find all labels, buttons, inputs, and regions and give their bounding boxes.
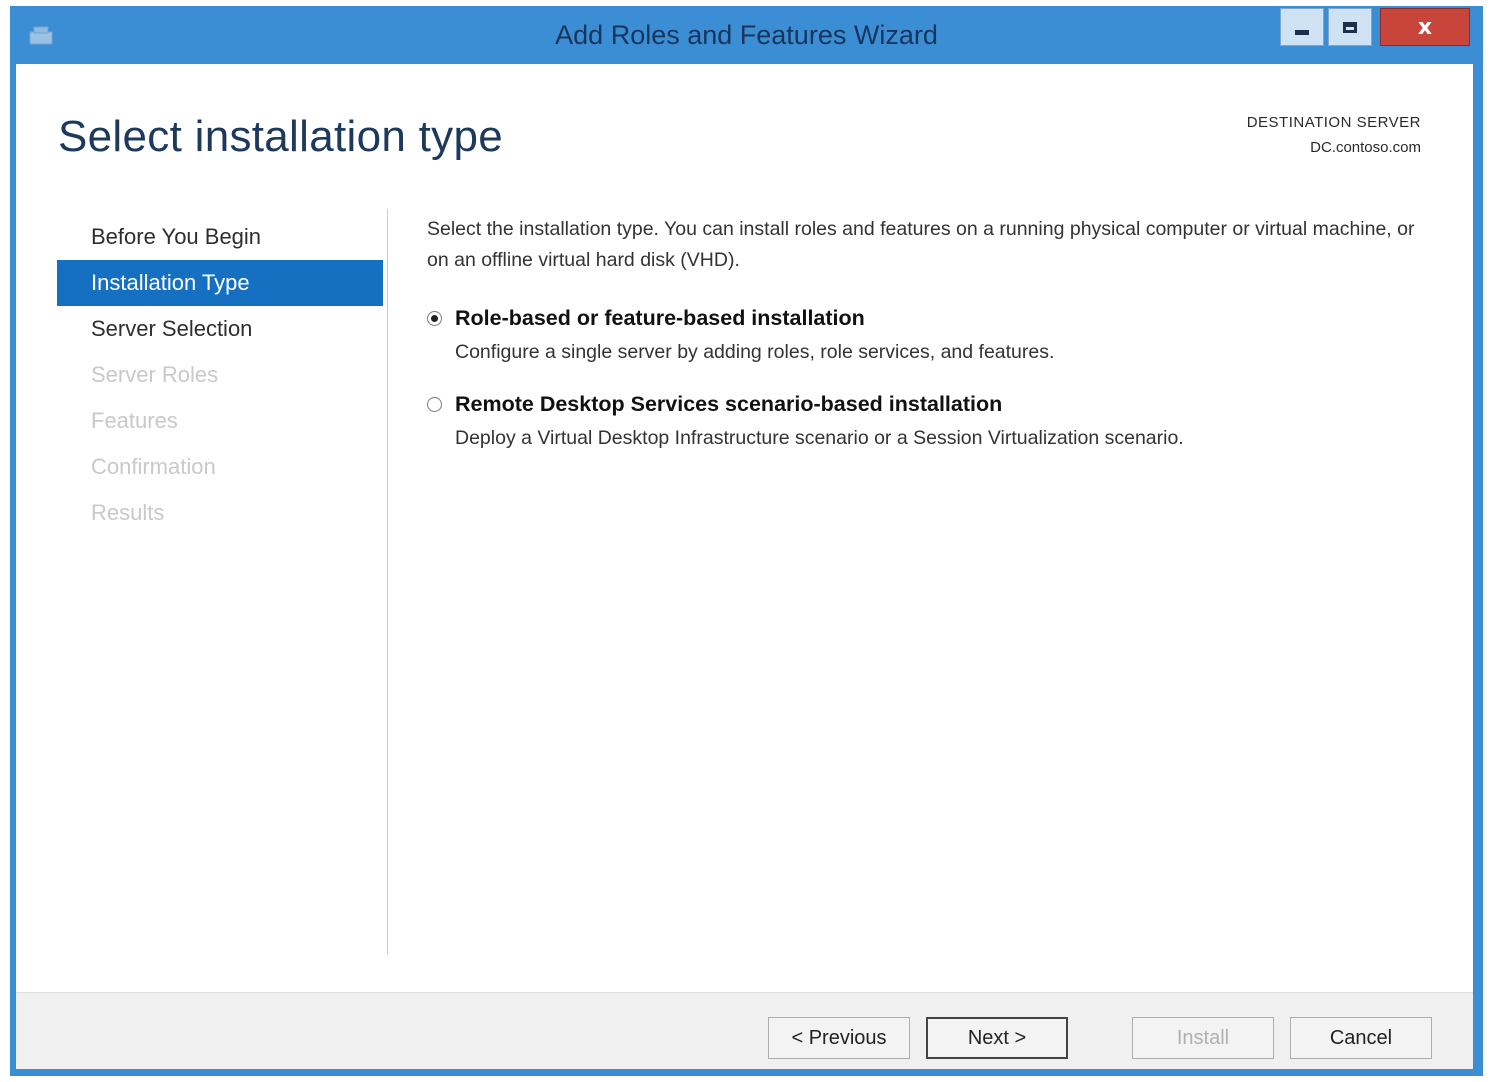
intro-text: Select the installation type. You can in…	[427, 218, 1415, 271]
next-button[interactable]: Next >	[926, 1017, 1068, 1059]
install-button: Install	[1132, 1017, 1274, 1059]
window-title: Add Roles and Features Wizard	[555, 20, 938, 50]
button-bar: < Previous Next > Install Cancel	[16, 992, 1473, 1069]
option-description: Configure a single server by adding role…	[455, 341, 1055, 363]
nav-item-confirmation: Confirmation	[91, 454, 216, 479]
nav-item-server-roles: Server Roles	[91, 362, 219, 387]
radio-role-based[interactable]	[427, 311, 442, 326]
title-bar[interactable]: Add Roles and Features Wizard x	[10, 6, 1483, 64]
nav-item-before-you-begin[interactable]: Before You Begin	[57, 214, 383, 260]
destination-server-name: DC.contoso.com	[1310, 139, 1421, 156]
wizard-step-nav: Before You Begin Installation Type Serve…	[57, 214, 383, 536]
destination-server: DESTINATION SERVER DC.contoso.com	[1247, 114, 1421, 156]
page-title: Select installation type	[58, 112, 504, 161]
option-title[interactable]: Remote Desktop Services scenario-based i…	[455, 392, 1417, 417]
nav-divider	[387, 209, 388, 954]
nav-item-features: Features	[91, 408, 178, 433]
previous-button[interactable]: < Previous	[768, 1017, 910, 1059]
maximize-button[interactable]	[1328, 8, 1372, 46]
cancel-button[interactable]: Cancel	[1290, 1017, 1432, 1059]
option-title[interactable]: Role-based or feature-based installation	[455, 306, 1417, 331]
nav-item-installation-type[interactable]: Installation Type	[57, 260, 383, 306]
nav-item-results: Results	[91, 500, 165, 525]
radio-remote-desktop[interactable]	[427, 397, 442, 412]
maximize-icon	[1343, 21, 1357, 33]
option-description: Deploy a Virtual Desktop Infrastructure …	[455, 427, 1184, 449]
minimize-icon	[1295, 29, 1309, 35]
destination-server-label: DESTINATION SERVER	[1246, 114, 1421, 131]
close-button[interactable]: x	[1380, 8, 1470, 46]
option-remote-desktop[interactable]: Remote Desktop Services scenario-based i…	[427, 392, 1417, 450]
wizard-window: Add Roles and Features Wizard x Select i…	[10, 6, 1483, 1076]
wizard-body: Select installation type DESTINATION SER…	[16, 64, 1473, 1069]
nav-item-server-selection[interactable]: Server Selection	[57, 306, 383, 352]
minimize-button[interactable]	[1280, 8, 1324, 46]
option-role-based[interactable]: Role-based or feature-based installation…	[427, 306, 1417, 364]
main-content: Select the installation type. You can in…	[427, 214, 1417, 450]
close-icon: x	[1417, 14, 1433, 40]
